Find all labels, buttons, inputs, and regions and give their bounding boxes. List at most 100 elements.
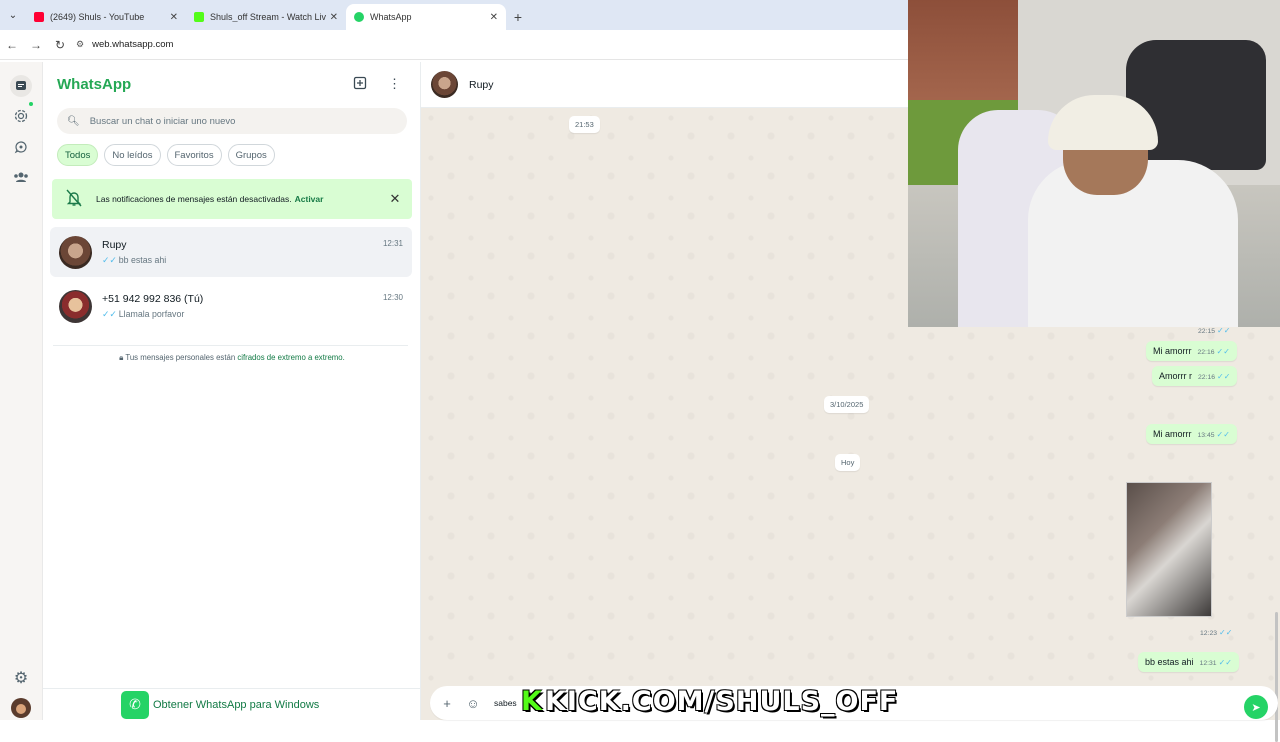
double-check-icon: ✓✓ (1216, 430, 1230, 439)
close-tab-icon[interactable]: ✕ (170, 12, 178, 23)
new-chat-icon[interactable] (353, 76, 367, 93)
site-info-icon[interactable]: ⚙ (76, 39, 84, 50)
channels-icon[interactable] (11, 137, 31, 157)
double-check-icon: ✓✓ (1216, 347, 1230, 356)
message-text: Mi amorrr (1153, 346, 1192, 356)
tab-search-chevron-icon[interactable]: ⌄ (0, 0, 26, 30)
chat-name: +51 942 992 836 (Tú) (102, 292, 204, 305)
nav-rail: ⚙ (0, 62, 43, 720)
message-bubble[interactable]: Mi amorrr 13:45 ✓✓ (1146, 424, 1237, 444)
encryption-link[interactable]: cifrados de extremo a extremo. (237, 353, 344, 362)
send-icon[interactable]: ➤ (1244, 695, 1268, 719)
tab-title: Shuls_off Stream - Watch Live o (210, 12, 326, 22)
address-bar: ← → ↻ ⚙ web.whatsapp.com (0, 30, 908, 60)
browser-tab-strip: ⌄ (2649) Shuls - YouTube ✕ Shuls_off Str… (0, 0, 908, 30)
new-tab-plus-icon[interactable]: + (506, 4, 530, 30)
filter-groups[interactable]: Grupos (227, 144, 275, 166)
notifications-banner: Las notificaciones de mensajes están des… (52, 179, 412, 219)
kick-url-text: KICK.COM/SHULS_OFF (544, 685, 899, 717)
whatsapp-logo-icon: ✆ (121, 690, 149, 719)
menu-kebab-icon[interactable]: ⋮ (388, 76, 401, 92)
message-time: 22:16 (1198, 374, 1216, 381)
emoji-icon[interactable]: ☺ (460, 696, 486, 711)
notification-text-wrap: Las notificaciones de mensajes están des… (96, 194, 378, 204)
notification-text: Las notificaciones de mensajes están des… (96, 194, 292, 204)
kick-watermark: K KICK.COM/SHULS_OFF (521, 684, 898, 718)
close-tab-icon[interactable]: ✕ (490, 12, 498, 23)
message-input[interactable]: sabes (494, 698, 517, 708)
contact-avatar[interactable] (431, 71, 458, 98)
chats-icon[interactable] (10, 75, 32, 97)
close-banner-icon[interactable]: ✕ (378, 191, 412, 207)
message-time: 13:45 (1197, 432, 1215, 439)
search-input[interactable]: 🔍︎ Buscar un chat o iniciar uno nuevo (57, 108, 407, 134)
chat-time: 12:31 (382, 239, 403, 248)
settings-gear-icon[interactable]: ⚙ (11, 668, 31, 688)
lock-icon: 🔒︎ (119, 353, 124, 362)
tab-title: WhatsApp (370, 12, 412, 22)
message-bubble[interactable]: bb estas ahi 12:31 ✓✓ (1138, 652, 1239, 672)
avatar (59, 235, 92, 269)
whatsapp-favicon-icon (354, 12, 364, 22)
bell-off-icon (52, 189, 96, 210)
communities-icon[interactable] (11, 167, 31, 187)
double-check-icon: ✓✓ (1217, 326, 1231, 335)
message-time: 22:15 (1198, 328, 1216, 335)
message-time: 22:16 (1197, 349, 1215, 356)
filter-all[interactable]: Todos (57, 144, 99, 166)
message-time: 12:31 (1199, 660, 1217, 667)
avatar (59, 289, 92, 323)
get-app-label: Obtener WhatsApp para Windows (153, 698, 320, 711)
double-check-icon: ✓✓ (1217, 372, 1231, 381)
chat-item-rupy[interactable]: Rupy ✓✓ bb estas ahi 12:31 (50, 227, 412, 277)
filter-favorites[interactable]: Favoritos (166, 144, 222, 166)
date-separator: 3/10/2025 (824, 396, 870, 413)
message-time: 12:23 (1200, 630, 1218, 637)
tab-youtube[interactable]: (2649) Shuls - YouTube ✕ (26, 4, 186, 30)
message-time-pill: 21:53 (569, 116, 600, 133)
get-windows-app-banner[interactable]: ✆ Obtener WhatsApp para Windows (43, 688, 421, 720)
status-icon[interactable] (11, 106, 31, 126)
reload-icon[interactable]: ↻ (48, 38, 72, 52)
tab-title: (2649) Shuls - YouTube (50, 12, 145, 22)
close-tab-icon[interactable]: ✕ (330, 12, 338, 23)
app-title: WhatsApp (57, 76, 132, 93)
date-separator: Hoy (835, 454, 861, 471)
profile-avatar[interactable] (11, 698, 31, 718)
message-text: Mi amorrr (1153, 429, 1192, 439)
filter-unread[interactable]: No leídos (104, 144, 161, 166)
message-text: Amorrr r (1159, 371, 1192, 381)
chat-last-message: bb estas ahi (118, 254, 167, 265)
contact-name: Rupy (469, 78, 494, 91)
message-bubble[interactable]: Amorrr r 22:16 ✓✓ (1152, 366, 1238, 386)
enable-notifications-link[interactable]: Activar (295, 194, 324, 204)
url-field[interactable]: ⚙ web.whatsapp.com (76, 39, 173, 50)
encryption-text: Tus mensajes personales están (125, 353, 238, 362)
search-icon: 🔍︎ (67, 115, 80, 127)
youtube-favicon-icon (34, 12, 44, 22)
message-meta: 22:15 ✓✓ (1198, 326, 1230, 335)
divider (53, 345, 408, 346)
back-arrow-icon[interactable]: ← (0, 38, 24, 52)
attach-plus-icon[interactable]: + (434, 696, 460, 711)
chat-name: Rupy (102, 238, 127, 251)
kick-logo: K (521, 685, 543, 717)
image-message[interactable] (1126, 482, 1212, 617)
tab-whatsapp[interactable]: WhatsApp ✕ (346, 4, 506, 30)
encryption-notice: 🔒︎ Tus mensajes personales están cifrado… (43, 353, 421, 363)
chat-time: 12:30 (382, 293, 403, 302)
message-meta: 12:23 ✓✓ (1200, 628, 1232, 637)
scrollbar[interactable] (1275, 612, 1278, 742)
chat-list-panel: WhatsApp ⋮ 🔍︎ Buscar un chat o iniciar u… (43, 62, 421, 720)
message-text: bb estas ahi (1145, 657, 1194, 667)
message-bubble[interactable]: Mi amorrr 22:16 ✓✓ (1146, 341, 1237, 361)
double-check-icon: ✓✓ (1218, 658, 1232, 667)
double-check-icon: ✓✓ (102, 308, 117, 319)
forward-arrow-icon[interactable]: → (24, 38, 48, 52)
tab-kick[interactable]: Shuls_off Stream - Watch Live o ✕ (186, 4, 346, 30)
chat-last-message: Llamala porfavor (118, 308, 185, 319)
conversation-header[interactable]: Rupy (421, 62, 908, 108)
url-text: web.whatsapp.com (92, 39, 174, 50)
double-check-icon: ✓✓ (1219, 628, 1233, 637)
chat-item-self[interactable]: +51 942 992 836 (Tú) ✓✓ Llamala porfavor … (50, 281, 412, 331)
